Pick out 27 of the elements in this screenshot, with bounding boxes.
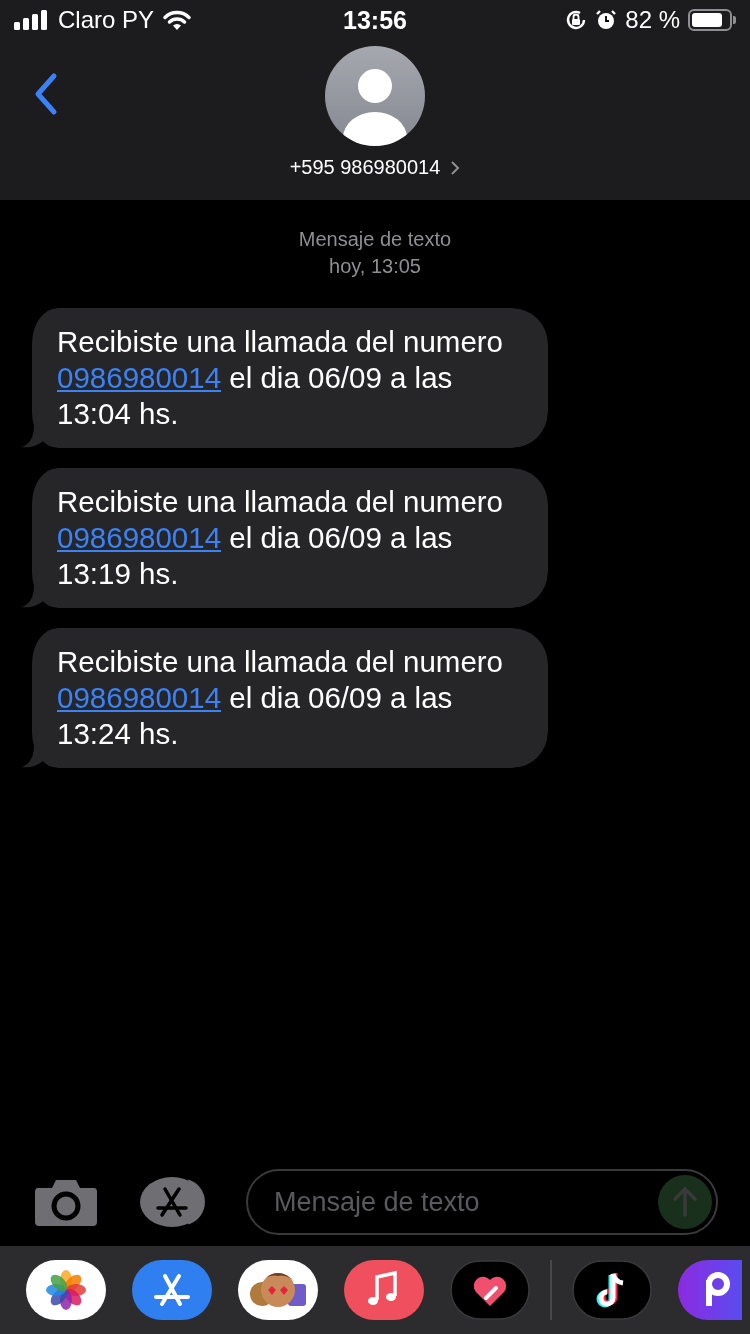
wifi-icon xyxy=(162,9,193,31)
message-field[interactable]: Mensaje de texto xyxy=(246,1169,718,1235)
battery-percentage: 82 % xyxy=(625,6,680,34)
phone-link[interactable]: 0986980014 xyxy=(57,521,222,554)
contact-avatar[interactable] xyxy=(325,46,425,146)
phone-link[interactable]: 0986980014 xyxy=(57,361,222,394)
alarm-icon xyxy=(595,9,618,31)
pill-app-icon[interactable] xyxy=(678,1260,742,1320)
message-text: Recibiste una llamada del numero 0986980014 el dia 06/09 a las 13:04 hs. xyxy=(57,324,505,432)
phone-link[interactable]: 0986980014 xyxy=(57,681,222,714)
battery-icon xyxy=(688,9,736,31)
music-app-icon[interactable] xyxy=(344,1260,424,1320)
photos-app-icon[interactable] xyxy=(26,1260,106,1320)
clock-time: 13:56 xyxy=(343,5,407,35)
carrier-name: Claro PY xyxy=(58,6,155,34)
app-store-icon[interactable] xyxy=(132,1260,212,1320)
message-input[interactable]: Mensaje de texto xyxy=(272,1185,658,1219)
chevron-icon xyxy=(450,159,461,176)
message-text: Recibiste una llamada del numero 0986980014 el dia 06/09 a las 13:24 hs. xyxy=(57,644,505,752)
signal-icon xyxy=(14,10,50,30)
camera-icon[interactable] xyxy=(34,1178,98,1226)
contact-number[interactable]: +595 986980014 xyxy=(289,156,441,179)
timestamp: hoy, 13:05 xyxy=(329,255,421,278)
service-label: Mensaje de texto xyxy=(298,228,452,251)
message-text: Recibiste una llamada del numero 0986980014 el dia 06/09 a las 13:19 hs. xyxy=(57,484,505,592)
rotation-lock-icon xyxy=(565,9,588,31)
stickers-app-icon[interactable] xyxy=(238,1260,318,1320)
